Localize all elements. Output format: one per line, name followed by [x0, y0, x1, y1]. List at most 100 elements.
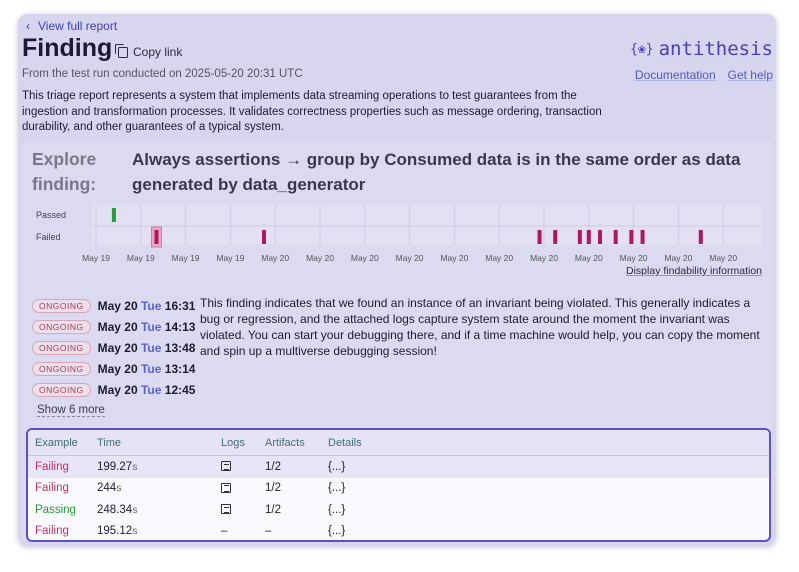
get-help-link[interactable]: Get help	[728, 68, 773, 82]
page-title: Finding	[22, 34, 113, 62]
failed-mark	[613, 230, 618, 244]
status-badge: ONGOING	[32, 382, 91, 397]
time-unit: s	[132, 503, 138, 516]
back-link[interactable]: ‹ View full report	[26, 19, 117, 33]
header-links: Documentation Get help	[635, 68, 773, 82]
event-weekday: Tue	[140, 340, 162, 355]
artifacts-value[interactable]: –	[265, 525, 271, 537]
x-tick-label: May 20	[664, 253, 692, 263]
event-weekday: Tue	[140, 361, 162, 376]
status-badge: ONGOING	[32, 298, 91, 313]
col-details: Details	[328, 436, 362, 449]
example-time: 244s	[97, 482, 121, 494]
col-artifacts: Artifacts	[265, 436, 305, 449]
failed-mark	[553, 230, 558, 244]
example-status: Failing	[35, 482, 69, 495]
event-date: May 20	[97, 361, 138, 376]
table-row[interactable]: Failing 244s 1/2 {...}	[28, 478, 769, 500]
status-badge: ONGOING	[32, 340, 91, 355]
documentation-link[interactable]: Documentation	[635, 68, 716, 82]
logs-icon[interactable]	[221, 482, 231, 495]
event-item[interactable]: ONGOING May 20 Tue 12:45	[32, 379, 195, 400]
logo-bug-icon: {❀}	[630, 41, 654, 57]
failed-mark	[640, 230, 645, 244]
details-value[interactable]: {...}	[328, 461, 345, 473]
finding-title: Always assertions → group by Consumed da…	[132, 150, 741, 194]
col-logs: Logs	[221, 436, 245, 449]
explore-label: Explore finding:	[32, 149, 97, 194]
failed-mark	[598, 230, 602, 244]
event-item[interactable]: ONGOING May 20 Tue 14:13	[32, 316, 195, 337]
time-value: 195.12	[97, 525, 133, 538]
status-badge: ONGOING	[32, 361, 91, 376]
artifacts-value[interactable]: 1/2	[265, 461, 281, 473]
details-value[interactable]: {...}	[328, 482, 345, 494]
failed-mark	[537, 230, 542, 244]
logs-icon[interactable]	[221, 503, 231, 516]
details-value[interactable]: {...}	[328, 504, 345, 516]
run-subtitle: From the test run conducted on 2025-05-2…	[22, 68, 303, 80]
findability-chart[interactable]: May 19 May 19 May 19 May 19 May 20 May 20 May …	[22, 203, 772, 273]
x-tick-label: May 20	[396, 253, 424, 263]
example-time: 195.12s	[97, 525, 137, 537]
table-row[interactable]: Failing 195.12s – – {...}	[28, 521, 769, 541]
event-datetime: May 20 Tue 14:13	[98, 320, 196, 334]
event-time: 16:31	[164, 298, 196, 313]
event-date: May 20	[97, 382, 138, 397]
x-tick-label: May 20	[575, 253, 603, 263]
failed-mark	[629, 230, 634, 244]
x-tick-label: May 20	[261, 253, 289, 263]
finding-card: ‹ View full report Finding Copy link {❀}…	[18, 14, 776, 546]
back-link-label: View full report	[38, 19, 118, 33]
event-datetime: May 20 Tue 12:45	[98, 383, 196, 397]
logo-text: antithesis	[658, 38, 773, 60]
example-status: Passing	[35, 503, 76, 516]
x-tick-label: May 20	[351, 253, 379, 263]
table-row[interactable]: Failing 199.27s 1/2 {...}	[28, 456, 769, 478]
explore-panel: Explore finding: Always assertions → gro…	[22, 141, 772, 542]
show-more-button[interactable]: Show 6 more	[37, 404, 105, 417]
copy-link-button[interactable]: Copy link	[115, 43, 182, 59]
passed-mark	[111, 208, 116, 222]
findability-link[interactable]: Display findability information	[626, 265, 762, 277]
failed-mark	[698, 230, 703, 244]
event-datetime: May 20 Tue 13:48	[98, 341, 196, 355]
x-tick-label: May 19	[127, 253, 155, 263]
time-unit: s	[132, 525, 138, 538]
time-value: 248.34	[97, 503, 133, 516]
table-row[interactable]: Passing 248.34s 1/2 {...}	[28, 499, 769, 521]
x-tick-label: May 20	[306, 253, 334, 263]
table-header: Example Time Logs Artifacts Details	[28, 430, 769, 456]
logs-icon[interactable]	[221, 460, 231, 473]
time-unit: s	[132, 460, 138, 473]
event-weekday: Tue	[140, 382, 162, 397]
details-value[interactable]: {...}	[328, 525, 345, 537]
event-item[interactable]: ONGOING May 20 Tue 13:14	[32, 358, 195, 379]
col-time: Time	[97, 436, 122, 449]
row-label-failed: Failed	[36, 232, 61, 242]
finding-explanation: This finding indicates that we found an …	[200, 296, 760, 358]
event-datetime: May 20 Tue 16:31	[98, 299, 196, 313]
example-status: Failing	[35, 525, 69, 538]
event-weekday: Tue	[140, 319, 162, 334]
report-description: This triage report represents a system t…	[22, 90, 602, 133]
event-item[interactable]: ONGOING May 20 Tue 13:48	[32, 337, 195, 358]
example-status: Failing	[35, 460, 69, 473]
chevron-left-icon: ‹	[26, 19, 30, 33]
time-value: 244	[97, 482, 117, 495]
artifacts-value[interactable]: 1/2	[265, 504, 281, 516]
chart-plot-bg	[92, 205, 762, 245]
event-time: 12:45	[164, 382, 196, 397]
event-date: May 20	[97, 298, 138, 313]
copy-icon	[115, 43, 128, 58]
event-item[interactable]: ONGOING May 20 Tue 16:31	[32, 295, 195, 316]
x-tick-label: May 19	[82, 253, 110, 263]
col-example: Example	[35, 436, 78, 449]
event-weekday: Tue	[140, 298, 162, 313]
artifacts-value[interactable]: 1/2	[265, 482, 281, 494]
event-time: 14:13	[164, 319, 196, 334]
row-label-passed: Passed	[36, 210, 66, 220]
antithesis-logo: {❀} antithesis	[630, 38, 773, 60]
x-tick-label: May 20	[530, 253, 558, 263]
x-tick-label: May 20	[485, 253, 513, 263]
